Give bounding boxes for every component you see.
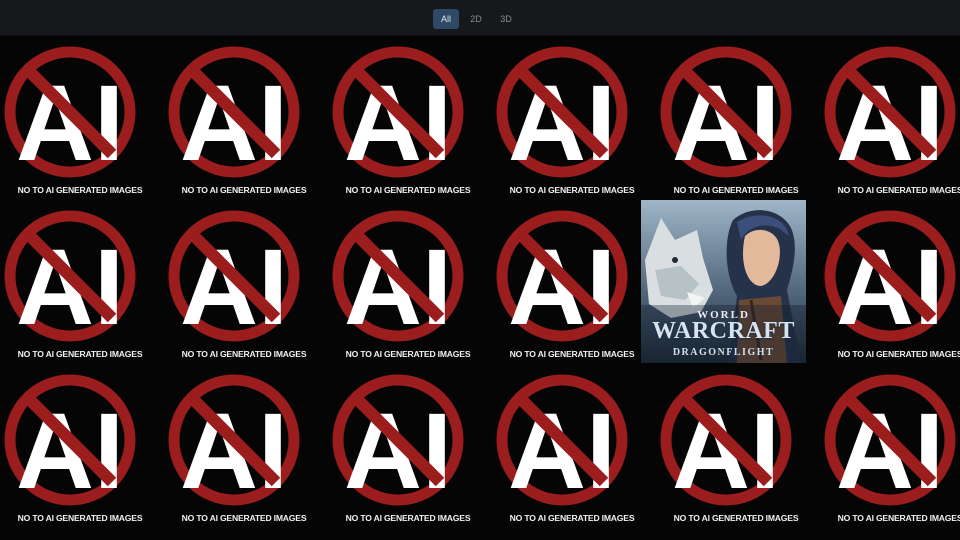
- no-ai-sign-icon: AI: [168, 374, 300, 511]
- image-caption: NO TO AI GENERATED IMAGES: [17, 349, 143, 359]
- gallery-item[interactable]: AI NO TO AI GENERATED IMAGES: [328, 40, 488, 204]
- gallery-item[interactable]: AI NO TO AI GENERATED IMAGES: [656, 40, 816, 204]
- no-ai-sign-icon: AI: [168, 210, 300, 347]
- gallery-item[interactable]: AI NO TO AI GENERATED IMAGES: [164, 204, 324, 368]
- no-ai-sign-icon: AI: [332, 46, 464, 183]
- gallery-item[interactable]: AI NO TO AI GENERATED IMAGES: [492, 368, 652, 532]
- image-caption: NO TO AI GENERATED IMAGES: [837, 349, 960, 359]
- gallery-item[interactable]: AI NO TO AI GENERATED IMAGES: [820, 368, 960, 532]
- image-caption: NO TO AI GENERATED IMAGES: [509, 185, 635, 195]
- image-caption: NO TO AI GENERATED IMAGES: [345, 349, 471, 359]
- no-ai-sign-icon: AI: [496, 374, 628, 511]
- no-ai-sign-icon: AI: [660, 374, 792, 511]
- no-ai-sign-icon: AI: [660, 46, 792, 183]
- no-ai-sign-icon: AI: [4, 210, 136, 347]
- image-caption: NO TO AI GENERATED IMAGES: [509, 513, 635, 523]
- gallery-item[interactable]: AI NO TO AI GENERATED IMAGES: [820, 40, 960, 204]
- gallery-item[interactable]: AI NO TO AI GENERATED IMAGES: [0, 368, 160, 532]
- image-gallery: AI NO TO AI GENERATED IMAGES AI NO TO AI…: [0, 40, 960, 540]
- image-caption: NO TO AI GENERATED IMAGES: [673, 513, 799, 523]
- gallery-item[interactable]: AI NO TO AI GENERATED IMAGES: [656, 368, 816, 532]
- no-ai-sign-icon: AI: [332, 374, 464, 511]
- image-caption: NO TO AI GENERATED IMAGES: [17, 513, 143, 523]
- tab-all[interactable]: All: [433, 9, 459, 29]
- gallery-item[interactable]: AI NO TO AI GENERATED IMAGES: [820, 204, 960, 368]
- no-ai-sign-icon: AI: [496, 46, 628, 183]
- gallery-item[interactable]: AI NO TO AI GENERATED IMAGES: [328, 368, 488, 532]
- no-ai-sign-icon: AI: [824, 374, 956, 511]
- no-ai-sign-icon: AI: [332, 210, 464, 347]
- no-ai-sign-icon: AI: [496, 210, 628, 347]
- gallery-item-warcraft[interactable]: WORLD WARCRAFT DRAGONFLIGHT: [641, 200, 806, 363]
- image-caption: NO TO AI GENERATED IMAGES: [17, 185, 143, 195]
- image-caption: NO TO AI GENERATED IMAGES: [509, 349, 635, 359]
- gallery-item[interactable]: AI NO TO AI GENERATED IMAGES: [0, 40, 160, 204]
- gallery-item[interactable]: AI NO TO AI GENERATED IMAGES: [164, 40, 324, 204]
- image-caption: NO TO AI GENERATED IMAGES: [345, 513, 471, 523]
- image-caption: NO TO AI GENERATED IMAGES: [345, 185, 471, 195]
- gallery-item[interactable]: AI NO TO AI GENERATED IMAGES: [492, 40, 652, 204]
- tab-2d[interactable]: 2D: [463, 9, 489, 29]
- no-ai-sign-icon: AI: [4, 374, 136, 511]
- gallery-item[interactable]: AI NO TO AI GENERATED IMAGES: [492, 204, 652, 368]
- no-ai-sign-icon: AI: [168, 46, 300, 183]
- filter-tabs: All 2D 3D: [433, 9, 519, 29]
- image-caption: NO TO AI GENERATED IMAGES: [837, 185, 960, 195]
- tab-3d[interactable]: 3D: [493, 9, 519, 29]
- gallery-item[interactable]: AI NO TO AI GENERATED IMAGES: [328, 204, 488, 368]
- top-bar: All 2D 3D: [0, 0, 960, 36]
- no-ai-sign-icon: AI: [824, 46, 956, 183]
- no-ai-sign-icon: AI: [4, 46, 136, 183]
- gallery-item[interactable]: AI NO TO AI GENERATED IMAGES: [0, 204, 160, 368]
- image-caption: NO TO AI GENERATED IMAGES: [673, 185, 799, 195]
- warcraft-logo-subtitle: DRAGONFLIGHT: [672, 347, 775, 358]
- warcraft-logo-title: WARCRAFT: [652, 318, 795, 344]
- image-caption: NO TO AI GENERATED IMAGES: [837, 513, 960, 523]
- image-caption: NO TO AI GENERATED IMAGES: [181, 185, 307, 195]
- image-caption: NO TO AI GENERATED IMAGES: [181, 513, 307, 523]
- no-ai-sign-icon: AI: [824, 210, 956, 347]
- image-caption: NO TO AI GENERATED IMAGES: [181, 349, 307, 359]
- gallery-item[interactable]: AI NO TO AI GENERATED IMAGES: [164, 368, 324, 532]
